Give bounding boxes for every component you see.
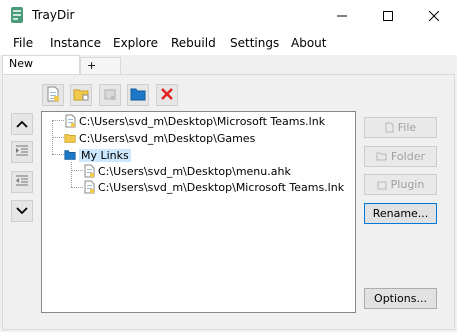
options-button[interactable]: Options... (364, 288, 437, 309)
file-icon (64, 114, 76, 128)
folder-button[interactable]: Folder (364, 146, 437, 167)
tree-connector (52, 154, 64, 155)
move-down-button[interactable] (11, 200, 33, 222)
close-button[interactable] (411, 0, 457, 31)
file-button[interactable]: File (364, 117, 437, 138)
tab-strip: New Instance + (0, 55, 457, 86)
menu-instance[interactable]: Instance (50, 36, 101, 50)
add-file-button[interactable] (42, 84, 64, 106)
tree-item-group[interactable]: My Links (64, 147, 131, 163)
tree-item[interactable]: C:\Users\svd_m\Desktop\Microsoft Teams.l… (83, 179, 344, 195)
tab-add[interactable]: + (80, 57, 121, 75)
tree-item[interactable]: C:\Users\svd_m\Desktop\Microsoft Teams.l… (64, 113, 325, 129)
tree-connector (52, 120, 64, 121)
tree-item-label: C:\Users\svd_m\Desktop\Microsoft Teams.l… (98, 180, 345, 194)
window-title: TrayDir (32, 8, 75, 22)
rename-button[interactable]: Rename... (364, 203, 437, 224)
indent-icon (15, 145, 29, 160)
menu-settings[interactable]: Settings (230, 36, 279, 50)
tree-item-label: C:\Users\svd_m\Desktop\Games (79, 131, 256, 145)
add-group-button[interactable] (127, 84, 149, 106)
menu-bar: File Instance Explore Rebuild Settings A… (0, 31, 457, 55)
app-icon (10, 6, 24, 24)
tree-item[interactable]: C:\Users\svd_m\Desktop\menu.ahk (83, 163, 291, 179)
menu-about[interactable]: About (291, 36, 326, 50)
minimize-button[interactable] (319, 0, 365, 31)
file-icon (385, 122, 394, 133)
menu-file[interactable]: File (13, 36, 33, 50)
delete-icon (160, 87, 174, 104)
menu-explore[interactable]: Explore (113, 36, 158, 50)
add-folder-icon (73, 87, 89, 104)
plugin-icon (377, 180, 387, 190)
group-folder-icon (64, 148, 76, 162)
outdent-button[interactable] (11, 171, 33, 193)
outdent-icon (15, 175, 29, 190)
add-plugin-button[interactable] (99, 84, 121, 106)
maximize-button[interactable] (365, 0, 411, 31)
add-plugin-icon (103, 87, 117, 104)
tree-item[interactable]: C:\Users\svd_m\Desktop\Games (64, 130, 255, 146)
add-file-icon (46, 86, 60, 105)
file-icon (83, 164, 95, 178)
add-group-icon (130, 87, 146, 104)
file-icon (83, 180, 95, 194)
tree-item-label: C:\Users\svd_m\Desktop\menu.ahk (98, 164, 291, 178)
move-down-icon (16, 204, 28, 218)
delete-button[interactable] (156, 84, 178, 106)
tree-item-label: C:\Users\svd_m\Desktop\Microsoft Teams.l… (79, 114, 326, 128)
folder-icon (64, 131, 76, 145)
options-button-label: Options... (374, 292, 427, 305)
tree-connector (52, 137, 64, 138)
move-up-button[interactable] (11, 113, 33, 135)
plugin-button[interactable]: Plugin (364, 174, 437, 195)
move-up-icon (16, 117, 28, 131)
tree-connector (71, 162, 72, 187)
rename-button-label: Rename... (372, 207, 429, 220)
tree-connector (71, 170, 83, 171)
file-button-label: File (397, 121, 417, 134)
title-bar: TrayDir (0, 0, 457, 31)
tree-view[interactable]: C:\Users\svd_m\Desktop\Microsoft Teams.l… (41, 111, 356, 313)
folder-icon (376, 152, 387, 161)
tab-new-instance[interactable]: New Instance (2, 55, 80, 86)
menu-rebuild[interactable]: Rebuild (171, 36, 216, 50)
tree-connector (71, 187, 83, 188)
plugin-button-label: Plugin (390, 178, 425, 191)
folder-button-label: Folder (391, 150, 425, 163)
indent-button[interactable] (11, 141, 33, 163)
add-folder-button[interactable] (70, 84, 92, 106)
tree-item-label: My Links (79, 148, 131, 162)
